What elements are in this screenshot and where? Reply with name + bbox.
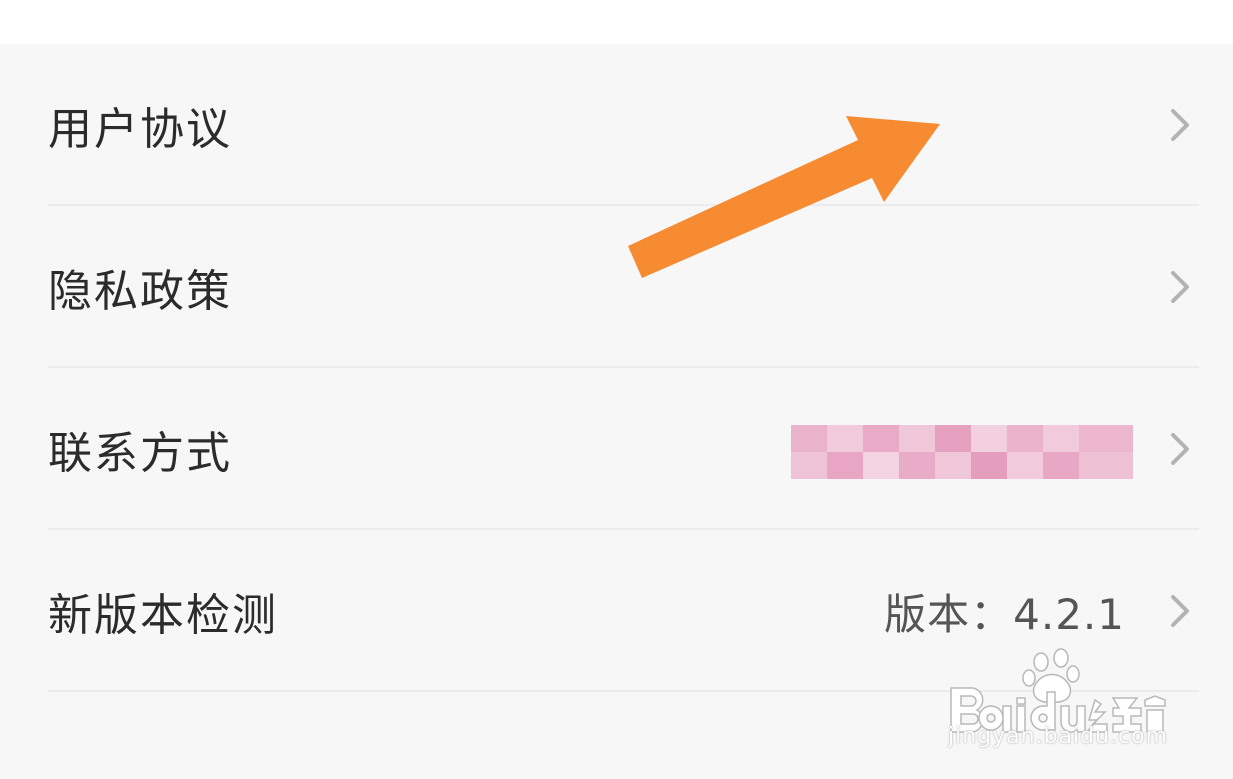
redacted-contact-value [791, 425, 1133, 480]
menu-item-label: 新版本检测 [48, 590, 278, 641]
chevron-right-icon [1171, 271, 1189, 303]
menu-item-label: 联系方式 [48, 428, 232, 479]
menu-item-contact[interactable]: 联系方式 [0, 368, 1233, 530]
menu-item-label: 用户协议 [48, 104, 232, 155]
top-bar [0, 0, 1233, 44]
menu-item-label: 隐私政策 [48, 266, 232, 317]
watermark-domain: jingyan.baidu.com [948, 724, 1169, 749]
chevron-right-icon [1171, 433, 1189, 465]
chevron-right-icon [1171, 595, 1189, 627]
chevron-right-icon [1171, 109, 1189, 141]
arrow-annotation-icon [628, 116, 940, 278]
version-value: 版本：4.2.1 [884, 589, 1125, 639]
